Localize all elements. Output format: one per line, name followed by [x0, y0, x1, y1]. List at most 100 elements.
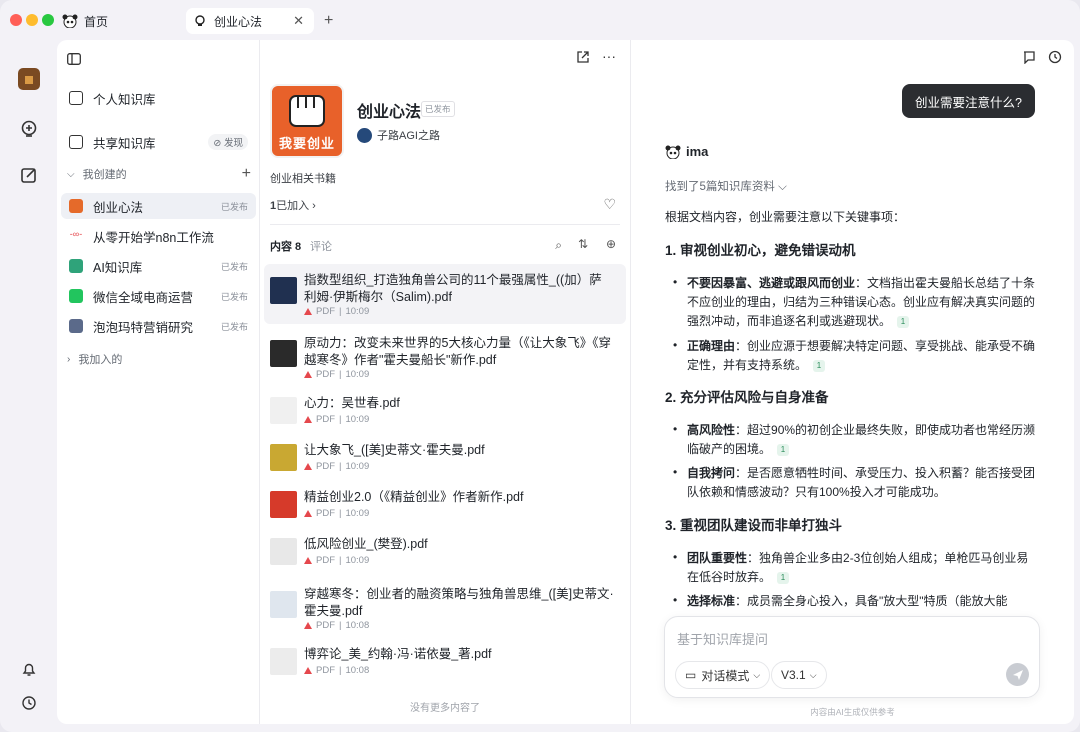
share-icon[interactable]: [576, 50, 590, 69]
doc-thumbnail: [270, 491, 297, 518]
bullet-key: 团队重要性: [687, 551, 748, 565]
doc-type: PDF: [316, 461, 335, 472]
book-icon: [69, 91, 83, 105]
heart-icon[interactable]: ♡: [603, 196, 616, 213]
list-item[interactable]: 低风险创业_(樊登).pdf PDF | 10:09: [264, 531, 626, 575]
bullet-text: ：超过90%的初创企业最终失败，即使成功者也常经历濒临破产的困境。: [687, 423, 1036, 456]
sources-toggle[interactable]: 找到了5篇知识库资料 ⌵: [665, 178, 787, 194]
citation-badge[interactable]: 1: [897, 316, 910, 328]
doc-meta: PDF | 10:09: [304, 306, 369, 317]
bot-name: ima: [686, 144, 709, 159]
bullet: •: [673, 465, 678, 479]
sidebar-item-kb-5[interactable]: 泡泡玛特营销研究 已发布: [61, 313, 256, 339]
kb-detail: ··· 我要创业 创业心法 已发布 子路AGI之路 创业相关书籍 1已加入 › …: [260, 40, 630, 724]
sort-icon[interactable]: ⇅: [578, 237, 588, 251]
doc-meta: PDF | 10:08: [304, 620, 369, 631]
zoom-window-button[interactable]: [42, 14, 54, 26]
answer-bullet: 正确理由：创业应源于想要解决特定问题、享受挑战、能承受不确定性，并有支持系统。 1: [687, 337, 1037, 375]
bulb-icon: [195, 15, 205, 26]
panda-icon: [665, 145, 681, 159]
history-icon[interactable]: [1048, 50, 1062, 69]
joined-section-header[interactable]: › 我加入的: [67, 351, 122, 367]
kb-cover: 我要创业: [270, 84, 344, 158]
list-item[interactable]: 原动力：改变未来世界的5大核心力量（《让大象飞》《穿越寒冬》作者"霍夫曼船长"新…: [264, 327, 626, 387]
minimize-window-button[interactable]: [26, 14, 38, 26]
kb-sidebar: 个人知识库 共享知识库 ⊘ 发现 ⌵ 我创建的 + 创业心法 已发布 -∞- 从…: [57, 40, 259, 724]
joined-count[interactable]: 1已加入 ›: [270, 197, 316, 213]
bell-icon[interactable]: [18, 658, 40, 680]
add-file-icon[interactable]: ⊕: [606, 237, 616, 251]
sidebar-item-label: 从零开始学n8n工作流: [93, 230, 214, 245]
list-item[interactable]: 博弈论_美_约翰·冯·诺依曼_著.pdf PDF | 10:08: [264, 641, 626, 685]
tab-home[interactable]: 首页: [62, 8, 108, 34]
list-item[interactable]: 心力：吴世春.pdf PDF | 10:09: [264, 390, 626, 434]
doc-type: PDF: [316, 414, 335, 425]
avatar[interactable]: [18, 68, 40, 90]
bullet-key: 选择标准: [687, 594, 736, 608]
kb-author[interactable]: 子路AGI之路: [357, 127, 440, 143]
close-tab-icon[interactable]: ✕: [293, 13, 304, 29]
bullet-key: 不要因暴富、逃避或跟风而创业: [687, 276, 856, 290]
doc-title: 博弈论_美_约翰·冯·诺依曼_著.pdf: [304, 647, 492, 661]
status-badge: 已发布: [220, 321, 248, 332]
discover-label: 发现: [223, 138, 243, 149]
tab-content[interactable]: 内容 8: [270, 238, 301, 254]
doc-meta: PDF | 10:09: [304, 414, 369, 425]
doc-meta: PDF | 10:08: [304, 665, 369, 676]
history-icon[interactable]: [18, 692, 40, 714]
search-icon[interactable]: ⌕: [555, 238, 562, 253]
doc-type: PDF: [316, 555, 335, 566]
doc-meta: PDF | 10:09: [304, 508, 369, 519]
chevron-down-icon: ⌵: [753, 669, 761, 680]
doc-title: 原动力：改变未来世界的5大核心力量（《让大象飞》《穿越寒冬》作者"霍夫曼船长"新…: [304, 336, 611, 367]
edit-note-icon[interactable]: [18, 164, 40, 186]
tab-kb[interactable]: 创业心法 ✕: [186, 8, 314, 34]
list-item[interactable]: 穿越寒冬：创业者的融资策略与独角兽思维_([美]史蒂文·霍夫曼.pdf PDF |…: [264, 578, 626, 638]
new-tab-icon[interactable]: +: [324, 8, 333, 34]
avatar: [357, 127, 372, 143]
answer-heading: 1. 审视创业初心，避免错误动机: [665, 243, 856, 258]
left-rail: [0, 40, 57, 732]
bullet-key: 自我拷问: [687, 466, 736, 480]
sidebar-item-kb-2[interactable]: -∞- 从零开始学n8n工作流: [61, 223, 256, 249]
more-icon[interactable]: ···: [602, 48, 616, 64]
sidebar-toggle-icon[interactable]: [67, 52, 81, 70]
bullet-text: ：是否愿意牺牲时间、承受压力、投入积蓄？能否接受团队依赖和情感波动？只有100%…: [687, 466, 1036, 499]
discover-button[interactable]: ⊘ 发现: [208, 134, 248, 150]
bullet: •: [673, 593, 678, 607]
mode-selector[interactable]: ▭ 对话模式 ⌵: [675, 661, 771, 689]
sidebar-item-kb-1[interactable]: 创业心法 已发布: [61, 193, 256, 219]
sidebar-item-kb-3[interactable]: AI知识库 已发布: [61, 253, 256, 279]
answer-bullet: 高风险性：超过90%的初创企业最终失败，即使成功者也常经历濒临破产的困境。 1: [687, 421, 1037, 459]
kb-title: 创业心法: [357, 104, 422, 121]
doc-title: 穿越寒冬：创业者的融资策略与独角兽思维_([美]史蒂文·霍夫曼.pdf: [304, 587, 614, 618]
sidebar-item-label: 微信全域电商运营: [93, 290, 194, 305]
bot-header: ima: [665, 144, 708, 159]
tab-comments[interactable]: 评论: [310, 238, 332, 254]
send-button[interactable]: [1006, 663, 1029, 686]
new-chat-icon[interactable]: [1022, 50, 1036, 69]
sidebar-item-kb-4[interactable]: 微信全域电商运营 已发布: [61, 283, 256, 309]
citation-badge[interactable]: 1: [777, 572, 790, 584]
send-icon: [1012, 669, 1023, 680]
close-window-button[interactable]: [10, 14, 22, 26]
list-item[interactable]: 让大象飞_([美]史蒂文·霍夫曼.pdf PDF | 10:09: [264, 437, 626, 481]
citation-badge[interactable]: 1: [777, 444, 790, 456]
lightbulb-icon[interactable]: [18, 118, 40, 140]
list-item[interactable]: 精益创业2.0（《精益创业》作者新作.pdf PDF | 10:09: [264, 484, 626, 528]
version-selector[interactable]: V3.1 ⌵: [771, 661, 827, 689]
created-section-header[interactable]: ⌵ 我创建的 +: [67, 165, 251, 183]
citation-badge[interactable]: 1: [813, 360, 826, 372]
doc-time: 10:09: [345, 414, 370, 425]
chat-input[interactable]: 基于知识库提问: [677, 629, 768, 648]
sidebar-item-shared[interactable]: 共享知识库 ⊘ 发现: [61, 129, 256, 155]
list-item[interactable]: 指数型组织_打造独角兽公司的11个最强属性_((加）萨利姆·伊斯梅尔（Salim…: [264, 264, 626, 324]
bullet-text: ：成员需全身心投入，具备"放大型"特质（能放大能量），: [735, 594, 1008, 608]
answer-bullet: 选择标准：成员需全身心投入，具备"放大型"特质（能放大能量），: [687, 592, 1037, 612]
bullet-key: 高风险性: [687, 423, 736, 437]
kb-cover-icon: [69, 319, 83, 333]
add-kb-icon[interactable]: +: [242, 165, 251, 183]
answer-bullet: 团队重要性：独角兽企业多由2-3位创始人组成；单枪匹马创业易在低谷时放弃。 1: [687, 549, 1037, 587]
doc-type: PDF: [316, 665, 335, 676]
sidebar-item-personal[interactable]: 个人知识库: [61, 85, 256, 111]
